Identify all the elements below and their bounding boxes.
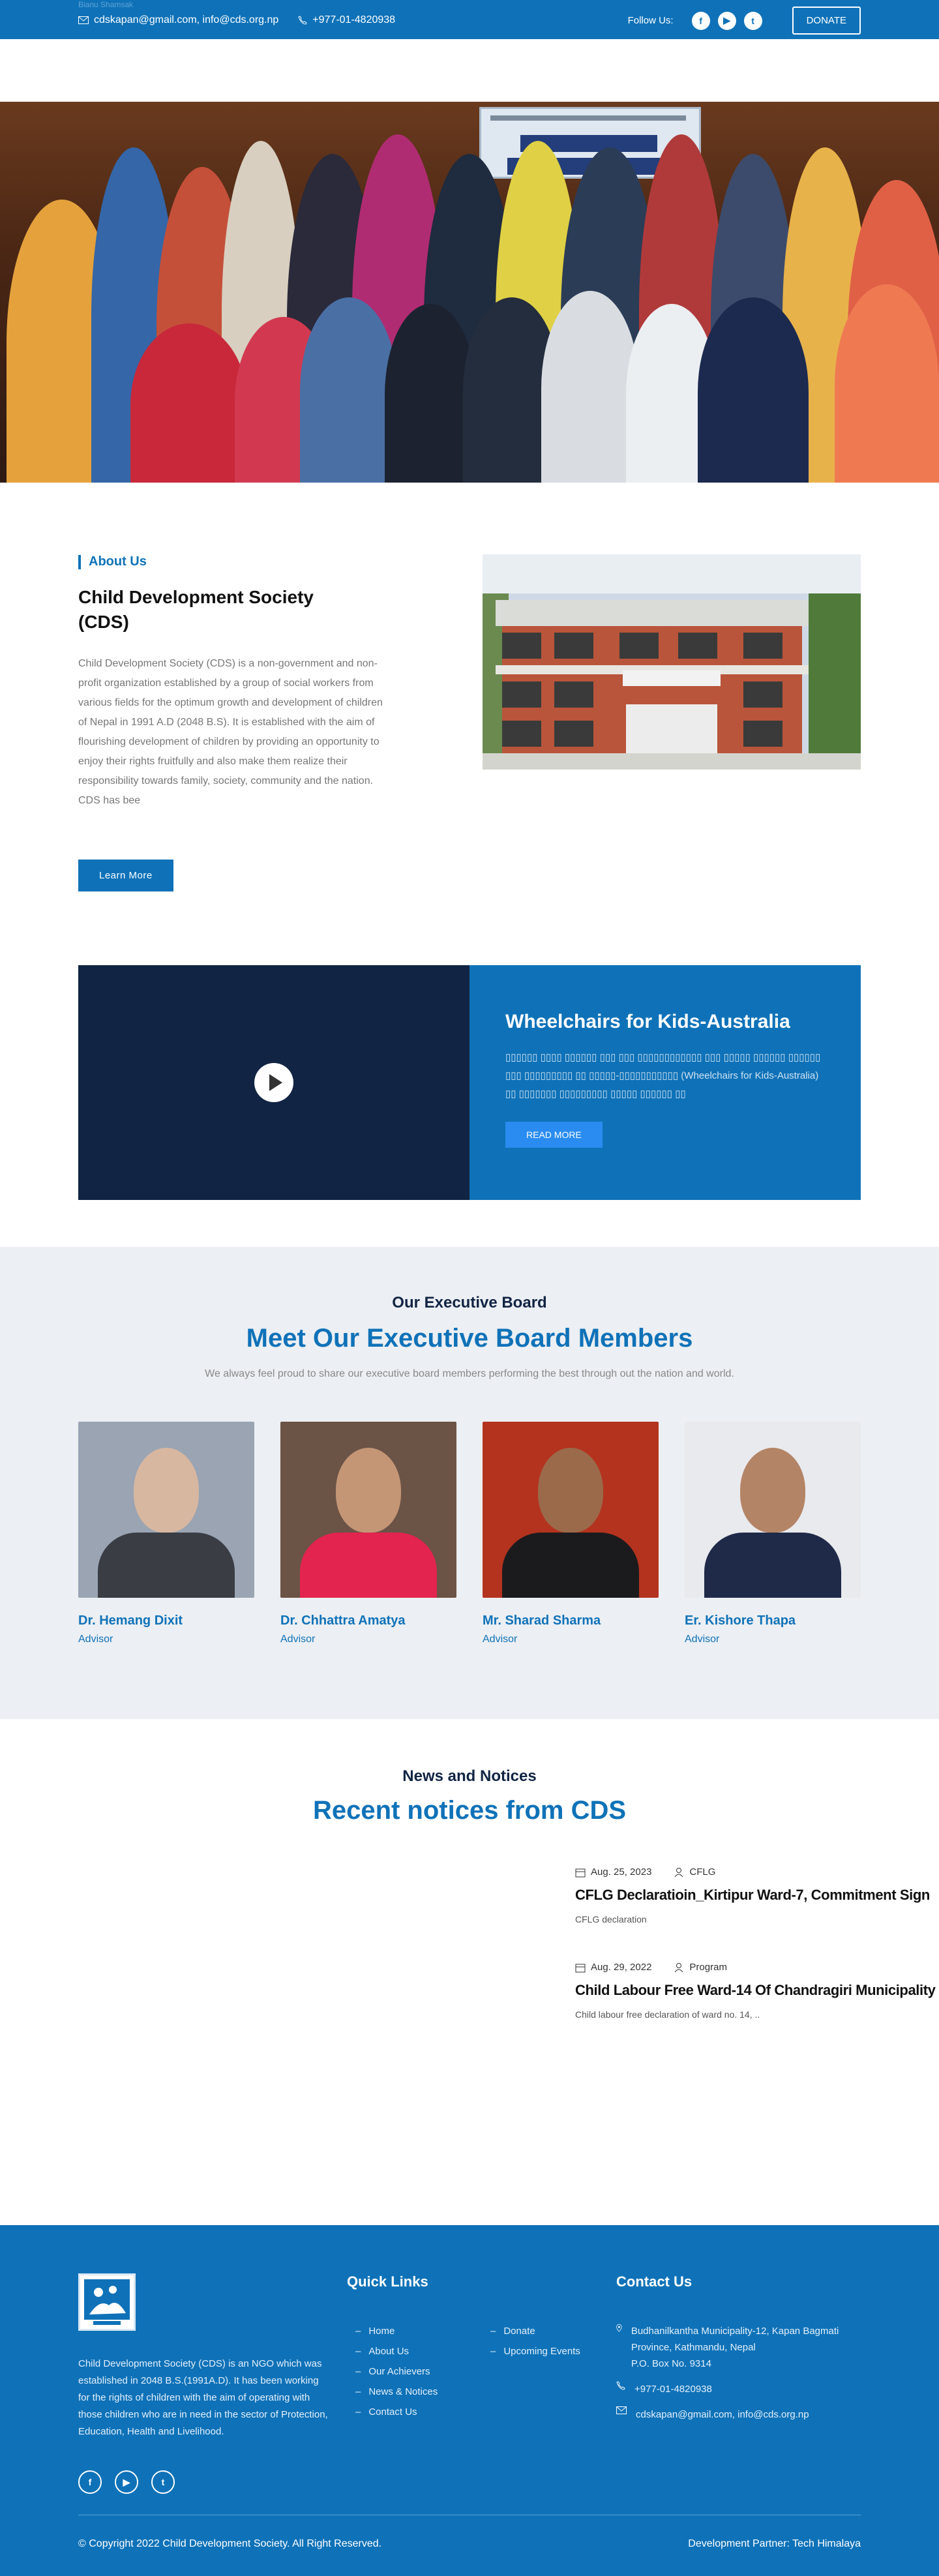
footer-contact: Budhanilkantha Municipality-12, Kapan Ba… <box>616 2323 877 2432</box>
phone-icon <box>298 16 307 25</box>
news-category: Program <box>689 1962 727 1973</box>
user-icon <box>675 1867 683 1877</box>
top-contact: cdskapan@gmail.com, info@cds.org.np +977… <box>78 14 395 26</box>
top-email[interactable]: cdskapan@gmail.com, info@cds.org.np <box>78 14 278 26</box>
news-subtitle: News and Notices <box>402 1767 537 1785</box>
member-role: Advisor <box>685 1634 720 1645</box>
board-title: Meet Our Executive Board Members <box>246 1324 693 1353</box>
news-item-title[interactable]: Child Labour Free Ward-14 Of Chandragiri… <box>575 1982 939 1999</box>
developer-credit[interactable]: Development Partner: Tech Himalaya <box>688 2538 861 2550</box>
facebook-icon[interactable]: f <box>691 11 710 30</box>
member-role: Advisor <box>78 1634 113 1645</box>
footer-link-events[interactable]: Upcoming Events <box>490 2346 580 2357</box>
user-icon <box>675 1962 683 1972</box>
member-role: Advisor <box>280 1634 316 1645</box>
calendar-icon <box>575 1964 586 1972</box>
member-photo <box>685 1422 861 1598</box>
footer-link-news[interactable]: News & Notices <box>355 2386 438 2397</box>
member-name: Dr. Hemang Dixit <box>78 1613 183 1628</box>
quick-links-col2: Donate Upcoming Events <box>490 2326 580 2366</box>
news-meta: Aug. 25, 2023 CFLG <box>575 1866 939 1878</box>
footer-about: Child Development Society (CDS) is an NG… <box>78 2358 328 2437</box>
learn-more-button[interactable]: Learn More <box>78 860 173 891</box>
location-icon <box>616 2324 622 2332</box>
video-info: Wheelchairs for Kids-Australia ▯▯▯▯▯▯ ▯▯… <box>470 965 861 1200</box>
news-date: Aug. 29, 2022 <box>591 1962 652 1973</box>
hero-group-photo <box>0 102 939 483</box>
about-title: Child Development Society (CDS) <box>78 587 314 632</box>
copyright: © Copyright 2022 Child Development Socie… <box>78 2538 382 2549</box>
board-members: Dr. Hemang Dixit Advisor Dr. Chhattra Am… <box>78 1422 861 1645</box>
about-section: About Us Child Development Society (CDS)… <box>78 554 861 893</box>
video-title: Wheelchairs for Kids-Australia <box>505 1011 790 1032</box>
footer-pobox: P.O. Box No. 9314 <box>631 2358 711 2369</box>
calendar-icon <box>575 1868 586 1877</box>
member-role: Advisor <box>483 1634 518 1645</box>
news-title: Recent notices from CDS <box>312 1796 627 1825</box>
board-description: We always feel proud to share our execut… <box>205 1368 734 1379</box>
cds-logo[interactable] <box>78 2273 136 2331</box>
twitter-icon[interactable]: t <box>151 2470 175 2494</box>
member-card[interactable]: Dr. Hemang Dixit Advisor <box>78 1422 254 1645</box>
about-building-photo <box>483 554 861 770</box>
quick-links-title: Quick Links <box>347 2273 428 2290</box>
footer-email[interactable]: cdskapan@gmail.com, info@cds.org.np <box>636 2406 809 2423</box>
member-name: Mr. Sharad Sharma <box>483 1613 601 1628</box>
phone-icon <box>616 2381 625 2390</box>
member-card[interactable]: Dr. Chhattra Amatya Advisor <box>280 1422 456 1645</box>
top-phone[interactable]: +977-01-4820938 <box>298 14 395 26</box>
mail-icon <box>78 16 89 24</box>
footer-link-contact[interactable]: Contact Us <box>355 2406 438 2418</box>
news-summary: Child labour free declaration of ward no… <box>575 2009 760 2020</box>
read-more-button[interactable]: READ MORE <box>505 1122 603 1148</box>
play-icon[interactable] <box>254 1063 293 1102</box>
video-body: ▯▯▯▯▯▯ ▯▯▯▯ ▯▯▯▯▯▯ ▯▯▯ ▯▯▯ ▯▯▯▯▯▯▯▯▯▯▯▯ … <box>505 1052 821 1100</box>
follow-label: Follow Us: <box>627 15 674 26</box>
member-photo <box>78 1422 254 1598</box>
news-section: News and Notices Recent notices from CDS… <box>0 1719 939 2225</box>
contact-title: Contact Us <box>616 2273 693 2290</box>
footer-social: f ▶ t <box>78 2470 175 2494</box>
news-item[interactable]: Aug. 29, 2022 Program Child Labour Free … <box>575 1962 939 2020</box>
footer-link-donate[interactable]: Donate <box>490 2326 580 2337</box>
twitter-icon[interactable]: t <box>743 11 762 30</box>
mail-icon <box>616 2406 627 2414</box>
footer-link-home[interactable]: Home <box>355 2326 438 2337</box>
footer: Child Development Society (CDS) is an NG… <box>0 2225 939 2576</box>
youtube-icon[interactable]: ▶ <box>717 11 736 30</box>
youtube-icon[interactable]: ▶ <box>115 2470 138 2494</box>
footer-phone[interactable]: +977-01-4820938 <box>634 2381 712 2397</box>
member-card[interactable]: Er. Kishore Thapa Advisor <box>685 1422 861 1645</box>
top-email-text: cdskapan@gmail.com, info@cds.org.np <box>94 14 279 25</box>
donate-button[interactable]: DONATE <box>792 7 861 35</box>
quick-links-col1: Home About Us Our Achievers News & Notic… <box>355 2326 438 2427</box>
board-subtitle: Our Executive Board <box>392 1294 547 1311</box>
news-summary: CFLG declaration <box>575 1914 647 1925</box>
news-item-title[interactable]: CFLG Declaratioin_Kirtipur Ward-7, Commi… <box>575 1887 939 1904</box>
ghost-text: Bianu Shamsak <box>78 0 134 9</box>
footer-address: Budhanilkantha Municipality-12, Kapan Ba… <box>631 2326 839 2353</box>
footer-link-achievers[interactable]: Our Achievers <box>355 2366 438 2377</box>
member-name: Dr. Chhattra Amatya <box>280 1613 406 1628</box>
member-photo <box>280 1422 456 1598</box>
top-phone-text: +977-01-4820938 <box>312 14 396 25</box>
member-photo <box>483 1422 659 1598</box>
about-body: Child Development Society (CDS) is a non… <box>78 658 383 806</box>
top-right: Follow Us: f ▶ t DONATE <box>628 7 861 35</box>
board-section: Our Executive Board Meet Our Executive B… <box>0 1247 939 1719</box>
news-meta: Aug. 29, 2022 Program <box>575 1962 939 1973</box>
member-name: Er. Kishore Thapa <box>685 1613 796 1628</box>
news-item[interactable]: Aug. 25, 2023 CFLG CFLG Declaratioin_Kir… <box>575 1866 939 1925</box>
video-panel[interactable] <box>78 965 470 1200</box>
footer-link-about[interactable]: About Us <box>355 2346 438 2357</box>
member-card[interactable]: Mr. Sharad Sharma Advisor <box>483 1422 659 1645</box>
top-bar: Bianu Shamsak cdskapan@gmail.com, info@c… <box>0 0 939 39</box>
news-date: Aug. 25, 2023 <box>591 1866 652 1878</box>
news-category: CFLG <box>689 1866 716 1878</box>
facebook-icon[interactable]: f <box>78 2470 102 2494</box>
video-section: Wheelchairs for Kids-Australia ▯▯▯▯▯▯ ▯▯… <box>78 965 861 1200</box>
